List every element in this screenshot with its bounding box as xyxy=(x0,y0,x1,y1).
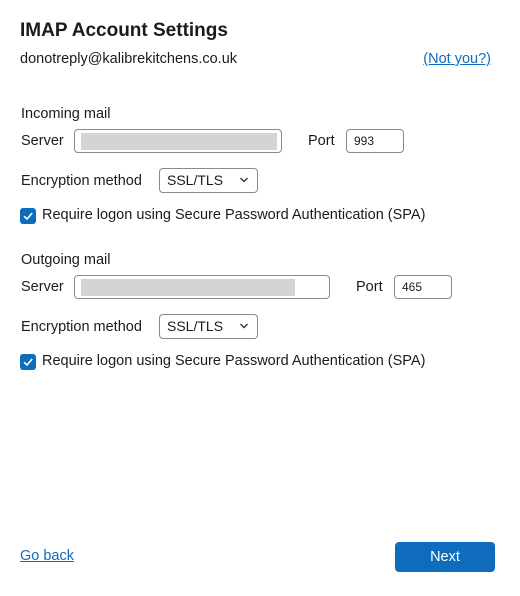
outgoing-mail-heading: Outgoing mail xyxy=(21,252,111,268)
checkmark-icon xyxy=(23,212,33,221)
incoming-port-input[interactable]: 993 xyxy=(346,129,404,153)
incoming-server-label: Server xyxy=(21,133,64,149)
account-email: donotreply@kalibrekitchens.co.uk xyxy=(20,51,238,67)
incoming-server-input[interactable] xyxy=(74,129,282,153)
next-button[interactable]: Next xyxy=(395,542,495,572)
outgoing-spa-checkbox[interactable] xyxy=(20,354,36,370)
incoming-encryption-select[interactable]: SSL/TLS xyxy=(159,168,258,193)
incoming-spa-label: Require logon using Secure Password Auth… xyxy=(42,207,426,223)
redacted-value xyxy=(81,133,277,150)
outgoing-encryption-label: Encryption method xyxy=(21,319,142,335)
not-you-link[interactable]: (Not you?) xyxy=(423,51,491,67)
outgoing-spa-label: Require logon using Secure Password Auth… xyxy=(42,353,426,369)
outgoing-server-label: Server xyxy=(21,279,64,295)
incoming-spa-checkbox[interactable] xyxy=(20,208,36,224)
incoming-port-label: Port xyxy=(308,133,335,149)
incoming-encryption-value: SSL/TLS xyxy=(167,172,224,188)
outgoing-server-input[interactable] xyxy=(74,275,330,299)
page-title: IMAP Account Settings xyxy=(20,20,228,41)
incoming-mail-heading: Incoming mail xyxy=(21,106,111,122)
outgoing-encryption-select[interactable]: SSL/TLS xyxy=(159,314,258,339)
checkmark-icon xyxy=(23,358,33,367)
incoming-encryption-label: Encryption method xyxy=(21,173,142,189)
imap-settings-page: IMAP Account Settings donotreply@kalibre… xyxy=(0,0,520,596)
go-back-link[interactable]: Go back xyxy=(20,548,74,564)
chevron-down-icon xyxy=(240,177,248,183)
redacted-value xyxy=(81,279,295,296)
outgoing-encryption-value: SSL/TLS xyxy=(167,318,224,334)
outgoing-port-input[interactable]: 465 xyxy=(394,275,452,299)
outgoing-port-label: Port xyxy=(356,279,383,295)
chevron-down-icon xyxy=(240,323,248,329)
